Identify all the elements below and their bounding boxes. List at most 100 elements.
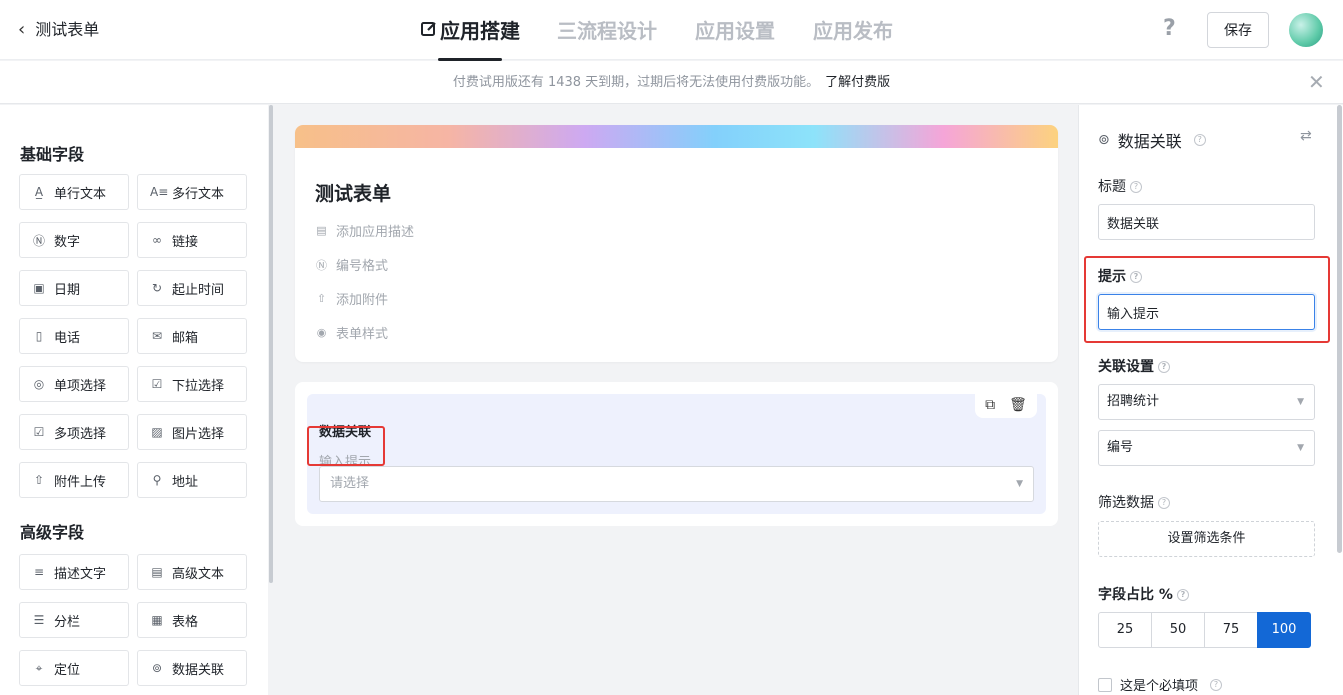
field-multi-choice[interactable]: ☑ 多项选择 [19,414,129,450]
help-circle-icon[interactable]: ? [1158,361,1170,373]
data-link-select[interactable]: 请选择 ▼ [319,466,1034,502]
tab-app-settings[interactable]: 应用设置 [695,16,775,46]
field-description[interactable]: ≡ 描述文字 [19,554,129,590]
image-icon: ▨ [151,425,163,439]
copy-icon[interactable]: ⧉ [985,397,995,413]
tab-app-publish[interactable]: 应用发布 [813,16,893,46]
field-columns[interactable]: ☰ 分栏 [19,602,129,638]
field-email[interactable]: ✉ 邮箱 [137,318,247,354]
panel-title: 数据关联 [1117,132,1182,151]
title-label: 标题? [1098,176,1142,196]
title-input[interactable] [1098,204,1315,240]
help-circle-icon[interactable]: ? [1130,181,1142,193]
field-actions: ⧉ 🗑 [975,392,1037,418]
required-checkbox[interactable] [1098,677,1112,692]
field-label: 电话 [54,330,81,346]
palette-icon: ◉ [316,326,327,339]
columns-icon: ☰ [33,613,45,627]
field-label: 表格 [172,614,199,630]
help-circle-icon[interactable]: ? [1158,497,1170,509]
field-label: 数据关联 [172,662,225,678]
required-toggle[interactable]: 这是个必填项 ? [1098,675,1223,694]
field-attachment[interactable]: ⇧ 附件上传 [19,462,129,498]
field-data-link[interactable]: ⊚ 数据关联 [137,650,247,686]
data-link-icon: ⊚ [1098,132,1110,148]
multi-line-text-icon: A≡ [150,185,169,199]
field-address[interactable]: ⚲ 地址 [137,462,247,498]
field-number[interactable]: Ⓝ 数字 [19,222,129,258]
form-title[interactable]: 测试表单 [315,179,391,206]
field-multi-line-text[interactable]: A≡ 多行文本 [137,174,247,210]
number-format-button[interactable]: Ⓝ 编号格式 [315,255,389,275]
field-table[interactable]: ▦ 表格 [137,602,247,638]
field-dropdown[interactable]: ☑ 下拉选择 [137,366,247,402]
time-range-icon: ↻ [151,281,163,295]
field-phone[interactable]: ▯ 电话 [19,318,129,354]
top-bar: ‹ 测试表单 应用搭建 三流程设计 应用设置 应用发布 ? 保存 [0,0,1343,61]
radio-icon: ◎ [33,377,45,391]
select-value: 招聘统计 [1107,394,1160,409]
field-label: 多项选择 [54,426,107,442]
link-form-select[interactable]: 招聘统计 ▼ [1098,384,1315,420]
set-filter-button[interactable]: 设置筛选条件 [1098,521,1315,557]
checkbox-icon: ☑ [33,425,45,439]
field-label: 多行文本 [172,186,225,202]
meta-label: 编号格式 [336,259,389,274]
panel-header: ⊚ 数据关联 ? [1098,128,1206,152]
ratio-option-50[interactable]: 50 [1151,612,1205,648]
location-icon: ⌖ [35,660,43,675]
panel-scrollbar[interactable] [1337,105,1342,553]
field-label: 邮箱 [172,330,199,346]
field-label: 地址 [172,474,199,490]
form-header-card: 测试表单 ▤ 添加应用描述 Ⓝ 编号格式 ⇧ 添加附件 ◉ 表单样式 [295,125,1058,362]
avatar[interactable] [1289,13,1323,47]
delete-icon[interactable]: 🗑 [1009,397,1027,413]
learn-paid-link[interactable]: 了解付费版 [825,75,890,90]
field-link[interactable]: ∞ 链接 [137,222,247,258]
field-location[interactable]: ⌖ 定位 [19,650,129,686]
upload-icon: ⇧ [33,473,45,487]
data-link-field[interactable]: 数据关联 输入提示 请选择 ▼ [307,394,1046,514]
filter-data-label: 筛选数据? [1098,492,1170,512]
trial-notice: 付费试用版还有 1438 天到期，过期后将无法使用付费版功能。 了解付费版 ✕ [0,61,1343,104]
field-date[interactable]: ▣ 日期 [19,270,129,306]
help-circle-icon[interactable]: ? [1210,678,1223,691]
help-circle-icon[interactable]: ? [1193,134,1206,146]
field-time-range[interactable]: ↻ 起止时间 [137,270,247,306]
advanced-fields-title: 高级字段 [20,523,85,542]
add-description-button[interactable]: ▤ 添加应用描述 [315,221,414,240]
tab-process-design[interactable]: 三流程设计 [557,16,657,46]
form-style-button[interactable]: ◉ 表单样式 [315,323,388,342]
meta-label: 添加附件 [336,293,389,308]
field-single-line-text[interactable]: A̲ 单行文本 [19,174,129,210]
field-single-choice[interactable]: ◎ 单项选择 [19,366,129,402]
calendar-icon: ▣ [33,281,45,295]
ratio-option-75[interactable]: 75 [1204,612,1258,648]
help-circle-icon[interactable]: ? [1176,589,1189,601]
palette-scrollbar[interactable] [269,105,273,583]
main-tabs: 应用搭建 三流程设计 应用设置 应用发布 [420,16,893,61]
field-label: 下拉选择 [172,378,225,394]
field-label: 单项选择 [54,378,107,394]
field-ratio-label: 字段占比 %? [1098,584,1189,604]
label-text: 关联设置 [1098,359,1154,375]
link-field-select[interactable]: 编号 ▼ [1098,430,1315,466]
add-attachment-button[interactable]: ⇧ 添加附件 [315,289,388,308]
switch-icon[interactable]: ⇄ [1300,128,1312,144]
field-image-choice[interactable]: ▨ 图片选择 [137,414,247,450]
ratio-option-25[interactable]: 25 [1098,612,1152,648]
tab-app-build[interactable]: 应用搭建 [420,16,520,61]
field-rich-text[interactable]: ▤ 高级文本 [137,554,247,590]
help-icon[interactable]: ? [1163,16,1176,41]
ratio-option-100[interactable]: 100 [1257,612,1311,648]
field-label: 图片选择 [172,426,225,442]
caret-down-icon: ▼ [1297,443,1304,453]
description-icon: ≡ [33,565,45,579]
link-settings-label: 关联设置? [1098,356,1170,376]
table-icon: ▦ [151,613,163,627]
single-line-text-icon: A̲ [34,185,44,199]
trial-notice-text: 付费试用版还有 1438 天到期，过期后将无法使用付费版功能。 [452,75,820,90]
back-button[interactable]: ‹ 测试表单 [18,18,99,42]
close-icon[interactable]: ✕ [1308,61,1325,104]
save-button[interactable]: 保存 [1207,12,1269,48]
